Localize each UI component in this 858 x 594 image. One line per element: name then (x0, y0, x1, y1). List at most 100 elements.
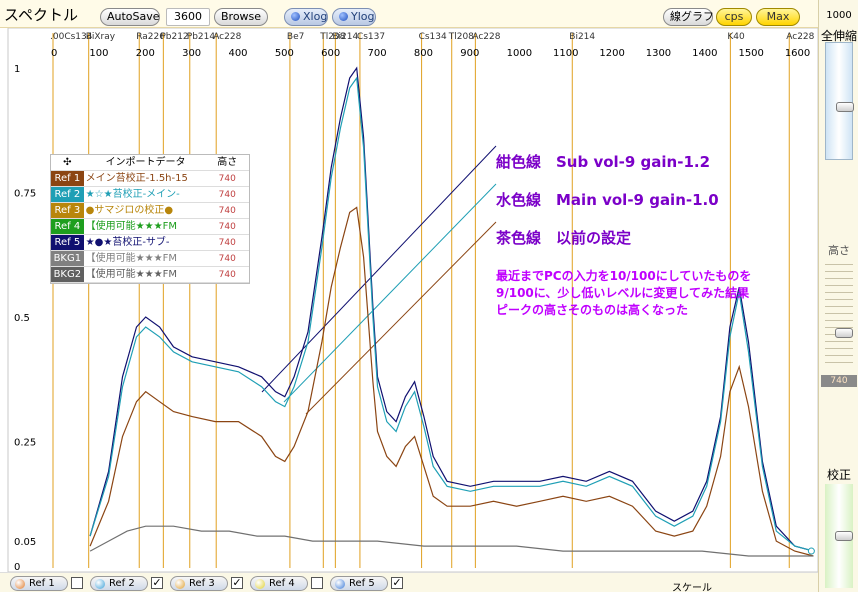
x-tick-label: 1200 (599, 48, 624, 59)
ref-tab[interactable]: Ref 5 (330, 576, 388, 591)
spectrum-app: スペクトル AutoSave 3600 Browse Xlog Ylog 線グラ… (0, 0, 858, 594)
table-row[interactable]: BKG2 【使用可能★★★FM 740 (51, 267, 249, 283)
bottom-bar: Ref 1 Ref 2 ✓ Ref 3 ✓ Ref 4 Ref 5 ✓ スケール (0, 572, 818, 594)
ref-height-value: 740 (218, 174, 236, 184)
app-title: スペクトル (4, 6, 78, 24)
height-label: 高さ (828, 244, 850, 257)
ref-tab[interactable]: Ref 4 (250, 576, 308, 591)
ylog-label: Ylog (351, 10, 375, 23)
ref-tab-label: Ref 1 (29, 578, 55, 589)
x-tick-label: 300 (182, 48, 201, 59)
cps-button[interactable]: cps (716, 8, 752, 26)
ref-tab[interactable]: Ref 1 (10, 576, 68, 591)
brown-line-note: 茶色線 以前の設定 (496, 229, 632, 247)
xlog-radio-icon (291, 12, 300, 21)
peak-marker-label: Cs137 (357, 32, 385, 42)
calib-slider[interactable] (825, 484, 853, 588)
table-row[interactable]: Ref 3 ●サマジロの校正● 740 (51, 203, 249, 219)
x-tick-label: 500 (275, 48, 294, 59)
peak-marker-label: Ac228 (472, 32, 500, 42)
ref-tag[interactable]: Ref 4 (51, 219, 84, 234)
ref-checkbox[interactable] (311, 577, 323, 589)
table-row[interactable]: Ref 5 ★●★苔校正-サブ- 740 (51, 235, 249, 251)
x-tick-label: 700 (368, 48, 387, 59)
x-tick-label: 1600 (785, 48, 810, 59)
right-panel: 1000 全伸縮 高さ 740 校正 (818, 0, 858, 592)
ref-height-value: 740 (218, 238, 236, 248)
ref-checkbox[interactable] (71, 577, 83, 589)
x-tick-label: 800 (414, 48, 433, 59)
y-tick-label: 0.5 (14, 313, 30, 324)
table-row[interactable]: BKG1 【使用可能★★★FM 740 (51, 251, 249, 267)
peak-marker-label: Be7 (287, 32, 304, 42)
peak-marker-label: Ac228 (786, 32, 814, 42)
ref-tab[interactable]: Ref 3 (170, 576, 228, 591)
zoom-slider[interactable] (825, 42, 854, 160)
peak-marker-label: Pb214 (187, 32, 216, 42)
ref-tab-label: Ref 2 (109, 578, 135, 589)
ref-name: 【使用可能★★★FM (85, 253, 177, 264)
time-input[interactable]: 3600 (166, 8, 210, 26)
graph-type-button[interactable]: 線グラフ (663, 8, 714, 26)
note-line-3: ピークの高さそのものは高くなった (496, 303, 689, 317)
x-tick-label: 1100 (553, 48, 578, 59)
table-row[interactable]: Ref 1 メイン苔校正-1.5h-15 740 (51, 171, 249, 187)
ref-name: ★☆★苔校正-メイン- (85, 189, 180, 200)
x-tick-label: 400 (228, 48, 247, 59)
ref-name: ●サマジロの校正● (85, 205, 174, 216)
calib-slider-thumb[interactable] (835, 531, 853, 541)
ref-name: 【使用可能★★★FM (85, 269, 177, 280)
peak-marker-label: Cs134 (419, 32, 447, 42)
cyan-line-note: 水色線 Main vol-9 gain-1.0 (496, 191, 719, 209)
ref-tag[interactable]: Ref 3 (51, 203, 84, 218)
header-import: インポートデータ (105, 157, 186, 168)
peak-marker-label: Bi214 (332, 32, 358, 42)
ylog-radio-icon (339, 12, 348, 21)
ref-name: メイン苔校正-1.5h-15 (85, 173, 188, 184)
ref-tag[interactable]: Ref 5 (51, 235, 84, 250)
note-line-2: 9/100に、少し低いレベルに変更してみた結果 (496, 286, 750, 300)
table-row[interactable]: Ref 4 【使用可能★★★FM 740 (51, 219, 249, 235)
x-tick-label: 600 (321, 48, 340, 59)
peak-marker-label: BiXray (86, 32, 116, 42)
y-tick-label: 0.75 (14, 189, 36, 200)
max-value: 1000 (826, 10, 852, 21)
ref-checkbox[interactable]: ✓ (231, 577, 243, 589)
ref-tag[interactable]: BKG1 (51, 251, 84, 266)
ref-tab-label: Ref 3 (189, 578, 215, 589)
ref-checkbox[interactable]: ✓ (151, 577, 163, 589)
peak-marker-label: Tl208 (448, 32, 474, 42)
ref-checkbox[interactable]: ✓ (391, 577, 403, 589)
height-value: 740 (821, 375, 857, 387)
import-data-table: ✣ インポートデータ 高さ Ref 1 メイン苔校正-1.5h-15 740 Ref … (50, 154, 250, 284)
ref-tab-label: Ref 5 (349, 578, 375, 589)
ref-tab[interactable]: Ref 2 (90, 576, 148, 591)
xlog-toggle[interactable]: Xlog (284, 8, 328, 26)
ref-ball-icon (335, 579, 345, 589)
browse-button[interactable]: Browse (214, 8, 268, 26)
y-tick-label: 0 (14, 562, 20, 572)
autosave-button[interactable]: AutoSave (100, 8, 160, 26)
ref-tag[interactable]: BKG2 (51, 267, 84, 282)
ref-height-value: 740 (218, 254, 236, 264)
height-slider-thumb[interactable] (835, 328, 853, 338)
y-tick-label: 1 (14, 64, 20, 75)
x-tick-label: 200 (136, 48, 155, 59)
ref-height-value: 740 (218, 206, 236, 216)
move-icon[interactable]: ✣ (51, 155, 84, 170)
x-tick-label: 1000 (507, 48, 532, 59)
table-rows: Ref 1 メイン苔校正-1.5h-15 740 Ref 2 ★☆★苔校正-メイン- 74… (51, 171, 249, 283)
ref-name: ★●★苔校正-サブ- (85, 237, 170, 248)
ref-name: 【使用可能★★★FM (85, 221, 177, 232)
height-slider[interactable] (825, 258, 853, 368)
ref-tag[interactable]: Ref 2 (51, 187, 84, 202)
ref-tag[interactable]: Ref 1 (51, 171, 84, 186)
zoom-slider-thumb[interactable] (836, 102, 854, 112)
table-row[interactable]: Ref 2 ★☆★苔校正-メイン- 740 (51, 187, 249, 203)
y-tick-label: 0.05 (14, 537, 36, 548)
table-header: ✣ インポートデータ 高さ (51, 155, 249, 171)
xlog-label: Xlog (303, 10, 328, 23)
navy-line-note: 紺色線 Sub vol-9 gain-1.2 (496, 153, 711, 171)
ylog-toggle[interactable]: Ylog (332, 8, 376, 26)
max-button[interactable]: Max (756, 8, 800, 26)
